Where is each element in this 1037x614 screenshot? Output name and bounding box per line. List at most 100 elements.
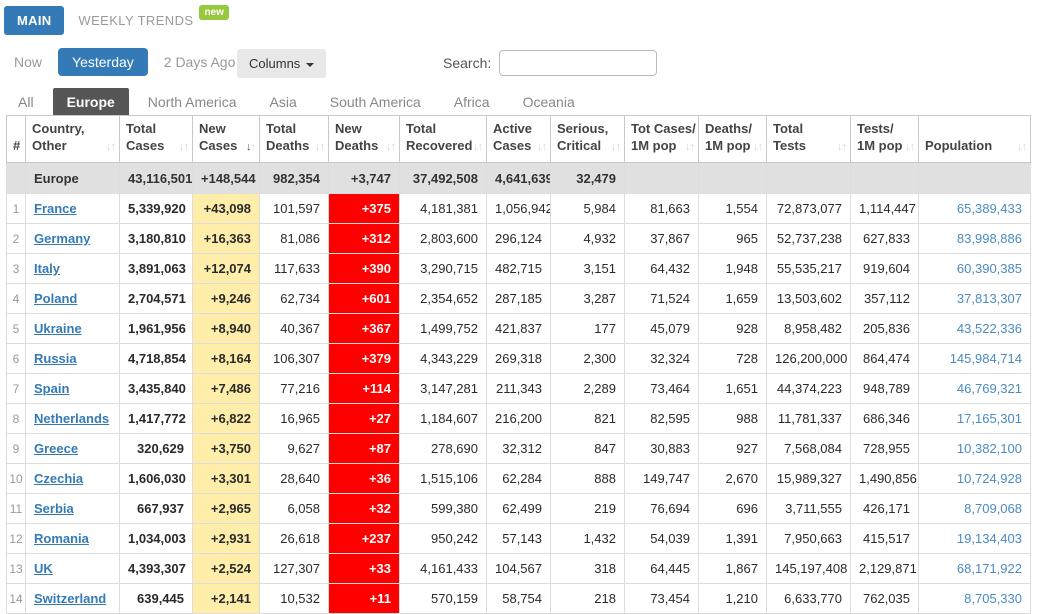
tests-per-1m-cell: 864,474: [851, 344, 919, 374]
country-link[interactable]: Spain: [34, 381, 69, 396]
new-cases-cell: +16,363: [193, 224, 260, 254]
region-tab-oceania[interactable]: Oceania: [509, 88, 589, 117]
active-cases-cell: 482,715: [487, 254, 551, 284]
column-header-deaths-per-1m[interactable]: Deaths/1M pop↓↑: [699, 116, 767, 163]
deaths-per-1m-cell: 1,659: [699, 284, 767, 314]
country-link[interactable]: Switzerland: [34, 591, 106, 606]
country-link[interactable]: Poland: [34, 291, 77, 306]
population-cell[interactable]: 60,390,385: [919, 254, 1031, 284]
region-tab-all[interactable]: All: [4, 88, 48, 117]
country-link[interactable]: Ukraine: [34, 321, 82, 336]
population-cell[interactable]: 46,769,321: [919, 374, 1031, 404]
country-link[interactable]: Czechia: [34, 471, 83, 486]
two-days-ago-button[interactable]: 2 Days Ago: [154, 48, 246, 76]
population-cell[interactable]: 8,709,068: [919, 494, 1031, 524]
serious-critical-cell: 847: [551, 434, 625, 464]
region-tab-africa[interactable]: Africa: [440, 88, 504, 117]
column-header-line1: Total: [126, 121, 186, 138]
total-cases-cell: 320,629: [120, 434, 193, 464]
population-cell[interactable]: 10,724,928: [919, 464, 1031, 494]
column-header-total-tests[interactable]: TotalTests↓↑: [767, 116, 851, 163]
column-header-line1: Active: [493, 121, 544, 138]
column-header-new-cases[interactable]: NewCases↓↑: [193, 116, 260, 163]
rank-cell: 12: [7, 524, 26, 554]
population-cell[interactable]: 43,522,336: [919, 314, 1031, 344]
country-link[interactable]: Serbia: [34, 501, 74, 516]
population-cell[interactable]: 19,134,403: [919, 524, 1031, 554]
population-cell[interactable]: 17,165,301: [919, 404, 1031, 434]
serious-critical-cell: 1,432: [551, 524, 625, 554]
sort-asc-arrow: ↑: [111, 141, 116, 153]
serious-critical-cell: 218: [551, 584, 625, 614]
region-tab-europe[interactable]: Europe: [53, 88, 129, 117]
search-area: Search:: [443, 50, 657, 76]
new-deaths-cell: +237: [329, 524, 400, 554]
column-header-country[interactable]: Country,Other↓↑: [26, 116, 120, 163]
population-cell[interactable]: 145,984,714: [919, 344, 1031, 374]
column-header-line2: 1M pop: [857, 138, 912, 155]
column-header-active-cases[interactable]: ActiveCases↓↑: [487, 116, 551, 163]
population-cell[interactable]: 37,813,307: [919, 284, 1031, 314]
rank-cell: 10: [7, 464, 26, 494]
country-link[interactable]: France: [34, 201, 77, 216]
population-cell[interactable]: 10,382,100: [919, 434, 1031, 464]
column-header-total-cases[interactable]: TotalCases↓↑: [120, 116, 193, 163]
column-header-new-deaths[interactable]: NewDeaths↓↑: [329, 116, 400, 163]
column-header-line2: 1M pop: [631, 138, 692, 155]
total-recovered-cell: 4,181,381: [400, 194, 487, 224]
sort-asc-arrow: ↑: [542, 141, 547, 153]
region-tab-asia[interactable]: Asia: [256, 88, 311, 117]
total-tests-cell: 52,737,238: [767, 224, 851, 254]
country-cell: Ukraine: [26, 314, 120, 344]
yesterday-button[interactable]: Yesterday: [58, 48, 148, 76]
weekly-trends-tab[interactable]: WEEKLY TRENDS: [78, 13, 193, 28]
new-deaths-cell: +379: [329, 344, 400, 374]
total-cases-cell: 4,718,854: [120, 344, 193, 374]
table-row: 8Netherlands1,417,772+6,82216,965+271,18…: [7, 404, 1031, 434]
population-cell[interactable]: 65,389,433: [919, 194, 1031, 224]
country-link[interactable]: UK: [34, 561, 53, 576]
country-link[interactable]: Italy: [34, 261, 60, 276]
new-cases-cell: +8,164: [193, 344, 260, 374]
columns-dropdown-button[interactable]: Columns: [237, 49, 326, 78]
search-input[interactable]: [499, 50, 657, 76]
country-link[interactable]: Germany: [34, 231, 90, 246]
search-label: Search:: [443, 55, 491, 71]
table-row: 6Russia4,718,854+8,164106,307+3794,343,2…: [7, 344, 1031, 374]
new-deaths-cell: +32: [329, 494, 400, 524]
cases-per-1m-cell: 73,464: [625, 374, 699, 404]
column-header-population[interactable]: Population↓↑: [919, 116, 1031, 163]
country-link[interactable]: Romania: [34, 531, 89, 546]
tests-per-1m-cell: 1,114,447: [851, 194, 919, 224]
region-tab-south-america[interactable]: South America: [316, 88, 435, 117]
active-cases-cell: 104,567: [487, 554, 551, 584]
new-cases-cell: +9,246: [193, 284, 260, 314]
column-header-tests-per-1m[interactable]: Tests/1M pop↓↑: [851, 116, 919, 163]
main-tab[interactable]: MAIN: [4, 6, 64, 35]
serious-critical-cell: 3,287: [551, 284, 625, 314]
column-header-cases-per-1m[interactable]: Tot Cases/1M pop↓↑: [625, 116, 699, 163]
rank-cell: 6: [7, 344, 26, 374]
new-cases-cell: +3,301: [193, 464, 260, 494]
new-cases-cell: +3,750: [193, 434, 260, 464]
sort-icon: ↓↑: [685, 140, 694, 154]
country-link[interactable]: Netherlands: [34, 411, 109, 426]
column-header-serious-critical[interactable]: Serious,Critical↓↑: [551, 116, 625, 163]
total-deaths-cell: 101,597: [260, 194, 329, 224]
new-cases-cell: +8,940: [193, 314, 260, 344]
population-cell[interactable]: 68,171,922: [919, 554, 1031, 584]
country-link[interactable]: Greece: [34, 441, 78, 456]
deaths-per-1m-cell: 965: [699, 224, 767, 254]
new-deaths-cell: +33: [329, 554, 400, 584]
total-tests-cell: 13,503,602: [767, 284, 851, 314]
population-cell[interactable]: 8,705,330: [919, 584, 1031, 614]
total-tests-cell: 6,633,770: [767, 584, 851, 614]
column-header-line1: Tot Cases/: [631, 121, 692, 138]
region-tab-north-america[interactable]: North America: [134, 88, 251, 117]
column-header-total-deaths[interactable]: TotalDeaths↓↑: [260, 116, 329, 163]
country-link[interactable]: Russia: [34, 351, 77, 366]
now-button[interactable]: Now: [4, 48, 52, 76]
column-header-total-recovered[interactable]: TotalRecovered↓↑: [400, 116, 487, 163]
country-cell: France: [26, 194, 120, 224]
population-cell[interactable]: 83,998,886: [919, 224, 1031, 254]
